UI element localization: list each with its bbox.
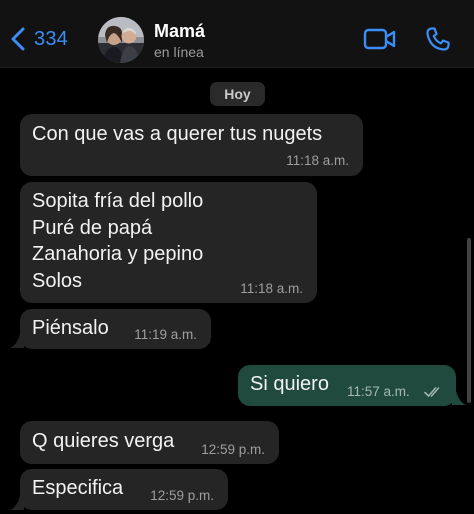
bubble-tail <box>10 496 24 510</box>
contact-status: en línea <box>154 44 204 60</box>
bubble-tail <box>452 391 466 405</box>
phone-icon <box>426 27 450 51</box>
back-button[interactable]: 334 <box>8 22 68 56</box>
message-bubble-incoming[interactable]: Sopita fría del pollo Puré de papá Zanah… <box>20 182 317 303</box>
message-text: Sopita fría del pollo Puré de papá Zanah… <box>32 190 204 292</box>
chat-header: 334 Mamá en línea <box>0 0 474 68</box>
contact-name[interactable]: Mamá <box>154 21 205 42</box>
bubble-tail <box>10 334 24 348</box>
message-text: Si quiero <box>250 373 329 395</box>
message-time: 11:19 a.m. <box>134 327 197 342</box>
message-bubble-incoming[interactable]: Con que vas a querer tus nugets 11:18 a.… <box>20 114 363 176</box>
double-check-icon <box>424 387 440 397</box>
message-text: Q quieres verga <box>32 430 175 452</box>
message-text: Con que vas a querer tus nugets <box>32 123 323 145</box>
message-time: 12:59 p.m. <box>150 488 214 503</box>
scrollbar[interactable] <box>467 238 471 403</box>
message-time: 11:57 a.m. <box>347 384 410 399</box>
unread-count: 334 <box>34 27 68 50</box>
message-time: 12:59 p.m. <box>201 442 265 457</box>
voice-call-button[interactable] <box>424 25 452 53</box>
chevron-left-icon <box>11 27 25 51</box>
message-time: 11:18 a.m. <box>286 153 349 168</box>
message-bubble-incoming[interactable]: Piénsalo 11:19 a.m. <box>20 309 211 349</box>
avatar[interactable] <box>98 17 144 63</box>
message-text: Piénsalo <box>32 317 109 339</box>
message-bubble-incoming[interactable]: Q quieres verga 12:59 p.m. <box>20 421 279 464</box>
video-camera-icon <box>363 28 396 50</box>
date-separator: Hoy <box>210 82 265 106</box>
video-call-button[interactable] <box>363 27 397 51</box>
message-time: 11:18 a.m. <box>240 281 303 296</box>
message-text: Especifica <box>32 477 124 499</box>
message-bubble-incoming[interactable]: Especifica 12:59 p.m. <box>20 469 228 510</box>
message-bubble-outgoing[interactable]: Si quiero 11:57 a.m. <box>238 365 456 406</box>
